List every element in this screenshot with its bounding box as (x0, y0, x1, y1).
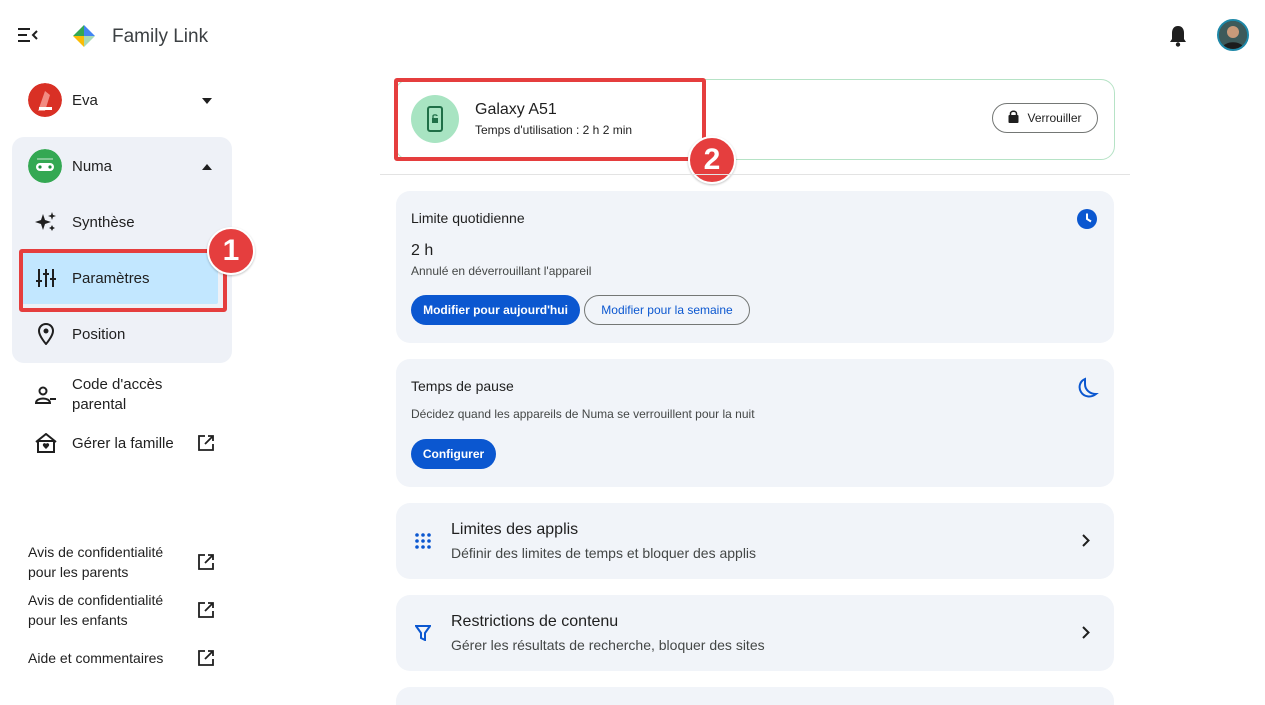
caret-up-icon (202, 157, 212, 175)
lock-label: Verrouiller (1027, 111, 1082, 125)
account-avatar[interactable] (1217, 19, 1249, 51)
nav-label: Synthèse (72, 213, 135, 231)
location-pin-icon (34, 322, 58, 346)
eva-avatar (28, 83, 62, 117)
nav-label: Code d'accès parental (72, 376, 163, 413)
moon-icon (1077, 377, 1099, 399)
daily-limit-value: 2 h (411, 242, 434, 259)
child-selector-eva[interactable]: Eva (12, 72, 232, 128)
numa-avatar (28, 149, 62, 183)
step-badge-1: 1 (207, 227, 255, 275)
external-link-icon[interactable] (198, 650, 214, 666)
lock-device-button[interactable]: Verrouiller (992, 103, 1098, 133)
nav-label: Position (72, 325, 126, 343)
child-name-eva: Eva (72, 91, 98, 109)
app-title: Family Link (112, 26, 209, 47)
step-badge-2: 2 (688, 136, 736, 184)
chevron-right-icon (1082, 626, 1090, 639)
family-link-logo-icon (72, 24, 96, 48)
daily-limit-title: Limite quotidienne (411, 210, 525, 226)
lock-icon (1008, 110, 1019, 126)
app-limits-subtitle: Définir des limites de temps et bloquer … (451, 545, 757, 561)
content-restrictions-subtitle: Gérer les résultats de recherche, bloque… (451, 637, 765, 653)
parent-access-icon (34, 383, 58, 407)
menu-collapse-icon[interactable] (18, 26, 38, 44)
child-name-numa: Numa (72, 157, 113, 175)
child-selector-numa[interactable]: Numa (12, 138, 232, 194)
sparkle-icon (34, 210, 58, 234)
notifications-bell-icon[interactable] (1168, 25, 1188, 47)
nav-item-position[interactable]: Position (12, 310, 232, 358)
filter-funnel-icon (415, 625, 431, 641)
nav-label: Gérer la famille (72, 434, 174, 452)
clock-icon (1077, 209, 1097, 229)
configure-button[interactable]: Configurer (411, 439, 496, 469)
app-limits-row[interactable] (396, 503, 1114, 579)
apps-grid-icon (415, 533, 431, 549)
privacy-parents-link[interactable]: Avis de confidentialité pour les parents (28, 542, 188, 582)
content-restrictions-title: Restrictions de contenu (451, 613, 619, 630)
nav-item-synthese[interactable]: Synthèse (12, 198, 232, 246)
edit-week-button[interactable]: Modifier pour la semaine (584, 295, 750, 325)
highlight-box-2 (394, 78, 706, 161)
app-limits-title: Limites des applis (451, 521, 579, 538)
help-feedback-link[interactable]: Aide et commentaires (28, 648, 188, 668)
external-link-icon[interactable] (198, 435, 214, 451)
external-link-icon[interactable] (198, 554, 214, 570)
content-restrictions-row[interactable] (396, 595, 1114, 671)
external-link-icon[interactable] (198, 602, 214, 618)
downtime-title: Temps de pause (411, 378, 514, 394)
daily-limit-note: Annulé en déverrouillant l'appareil (411, 264, 592, 278)
privacy-children-link[interactable]: Avis de confidentialité pour les enfants (28, 590, 188, 630)
downtime-description: Décidez quand les appareils de Numa se v… (411, 407, 755, 421)
family-home-icon (34, 431, 58, 455)
nav-item-parent-code[interactable]: Code d'accès parental (12, 372, 232, 418)
caret-down-icon (202, 91, 212, 109)
next-settings-row[interactable] (396, 687, 1114, 705)
section-divider (380, 174, 1130, 175)
highlight-box-1 (19, 249, 227, 312)
chevron-right-icon (1082, 534, 1090, 547)
edit-today-button[interactable]: Modifier pour aujourd'hui (411, 295, 580, 325)
